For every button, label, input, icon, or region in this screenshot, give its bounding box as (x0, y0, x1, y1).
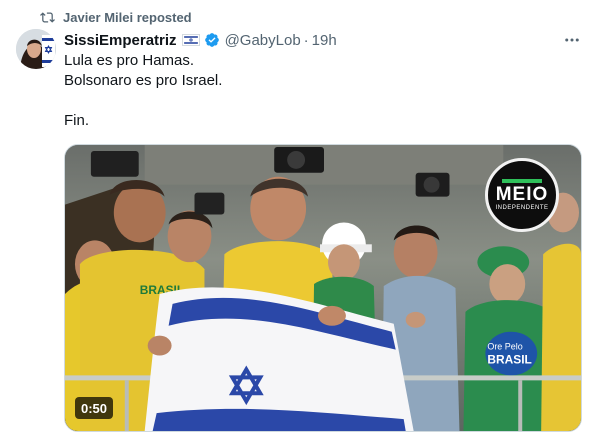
tweet-line: Lula es pro Hamas. (64, 52, 195, 69)
tweet-text: Lula es pro Hamas. Bolsonaro es pro Isra… (64, 51, 564, 131)
separator-dot: · (303, 31, 309, 49)
author-handle[interactable]: @GabyLob (225, 32, 301, 49)
verified-badge-icon (204, 33, 219, 47)
more-options-button[interactable] (562, 30, 582, 50)
tweet-line (64, 91, 564, 111)
tweet-line: Bolsonaro es pro Israel. (64, 72, 223, 89)
repost-label[interactable]: Javier Milei reposted (63, 10, 192, 25)
video-duration-badge: 0:50 (75, 397, 114, 419)
logo-subtitle: INDEPENDENTE (495, 205, 549, 211)
logo-word: MEIO (495, 184, 549, 205)
tweet-line: Fin. (64, 112, 90, 129)
repost-icon (40, 11, 55, 23)
post-timestamp[interactable]: 19h (312, 32, 337, 49)
tweet-header: SissiEmperatriz @GabyLob · 19h (64, 30, 337, 50)
svg-text:BRASIL: BRASIL (487, 352, 531, 366)
repost-indicator: Javier Milei reposted (40, 8, 192, 26)
logo-stripe (502, 179, 542, 183)
channel-logo: MEIO INDEPENDENTE (485, 158, 559, 232)
svg-text:Ore Pelo: Ore Pelo (487, 342, 522, 352)
more-options-icon (565, 38, 579, 42)
author-name[interactable]: SissiEmperatriz (64, 32, 177, 49)
israel-flag-icon (181, 34, 200, 46)
video-player[interactable]: BRASIL Ore Pelo BRASIL MEIO INDEPENDENTE… (64, 144, 582, 432)
avatar[interactable] (16, 29, 56, 69)
